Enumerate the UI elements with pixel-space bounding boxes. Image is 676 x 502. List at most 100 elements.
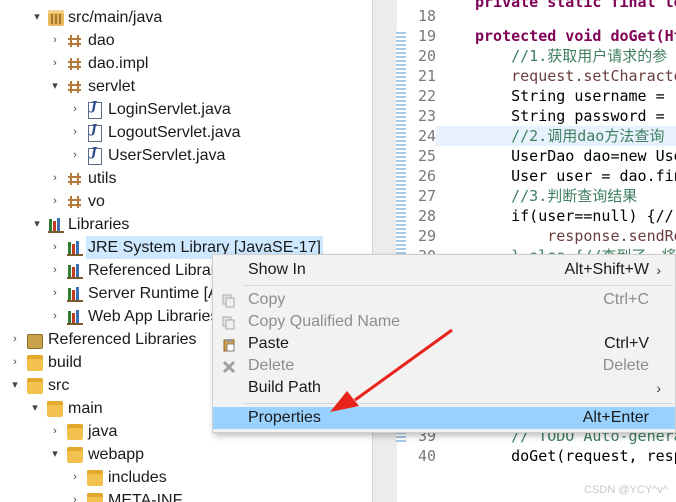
tree-item-label: LogoutServlet.java (108, 124, 241, 141)
package-icon (67, 56, 83, 72)
chevron-right-icon[interactable]: › (48, 305, 62, 328)
chevron-right-icon[interactable]: › (48, 282, 62, 305)
line-number: 19 (417, 27, 436, 45)
chevron-right-icon[interactable]: › (68, 144, 82, 167)
code-line: request.setCharacte (475, 67, 676, 85)
menu-item-shortcut: Alt+Shift+W (564, 261, 649, 278)
tree-item-label: build (48, 354, 82, 371)
code-line: protected void doGet(Ht (475, 27, 676, 45)
chevron-right-icon[interactable]: › (48, 420, 62, 443)
menu-item-shortcut: Delete (602, 357, 649, 374)
chevron-right-icon[interactable]: › (8, 328, 22, 351)
menu-item-label: Properties (248, 409, 321, 426)
code-line: private static final lo (475, 0, 676, 11)
code-line: if(user==null) {// (475, 207, 674, 225)
tree-item-label: java (88, 423, 118, 440)
chevron-down-icon[interactable]: ▾ (30, 6, 44, 29)
menu-item-label: Copy Qualified Name (248, 313, 401, 330)
chevron-right-icon[interactable]: › (68, 98, 82, 121)
line-number: 40 (417, 447, 436, 465)
code-line: //3.判断查询结果 (475, 187, 638, 205)
line-number: 22 (417, 87, 436, 105)
menu-item-build-path[interactable]: Build Path › (213, 377, 675, 399)
folder-icon (67, 447, 83, 463)
code-line: UserDao dao=new Use (475, 147, 676, 165)
tree-item-label: utils (88, 170, 117, 187)
menu-item-label: Show In (248, 261, 306, 278)
tree-item-label: Libraries (68, 216, 130, 233)
chevron-down-icon[interactable]: ▾ (8, 374, 22, 397)
chevron-right-icon[interactable]: › (68, 466, 82, 489)
source-folder-icon (48, 10, 64, 26)
menu-separator (243, 285, 673, 286)
tree-item-label: src/main/java (68, 9, 163, 26)
package-icon (67, 194, 83, 210)
tree-item-label: main (68, 400, 103, 417)
chevron-right-icon[interactable]: › (48, 190, 62, 213)
line-number: 18 (417, 7, 436, 25)
folder-icon (27, 355, 43, 371)
menu-item-paste[interactable]: Paste Ctrl+V (213, 333, 675, 355)
chevron-right-icon[interactable]: › (48, 259, 62, 282)
code-line: String username = r (475, 87, 676, 105)
submenu-arrow-icon: › (656, 380, 661, 396)
tree-item-label: Web App Libraries (88, 308, 219, 325)
code-line: //2.调用dao方法查询 (475, 127, 665, 145)
java-file-icon (88, 145, 102, 165)
line-number: 24 (417, 127, 436, 145)
folder-icon (27, 378, 43, 394)
menu-item-copy[interactable]: Copy Ctrl+C (213, 289, 675, 311)
tree-item-label: LoginServlet.java (108, 101, 231, 118)
java-file-icon (88, 99, 102, 119)
package-icon (67, 79, 83, 95)
copy-qualified-name-icon (222, 315, 236, 330)
copy-icon (222, 293, 236, 308)
chevron-right-icon[interactable]: › (48, 52, 62, 75)
chevron-right-icon[interactable]: › (68, 489, 82, 502)
code-line: response.sendRe (475, 227, 676, 245)
chevron-down-icon[interactable]: ▾ (48, 443, 62, 466)
menu-item-copy-qualified-name[interactable]: Copy Qualified Name (213, 311, 675, 333)
chevron-down-icon[interactable]: ▾ (30, 213, 44, 236)
chevron-right-icon[interactable]: › (68, 121, 82, 144)
menu-item-label: Copy (248, 291, 286, 308)
menu-item-label: Build Path (248, 379, 321, 396)
line-number: 29 (417, 227, 436, 245)
folder-icon (87, 470, 103, 486)
tree-item-label: includes (108, 469, 167, 486)
library-icon (48, 217, 64, 233)
chevron-down-icon[interactable]: ▾ (48, 75, 62, 98)
menu-separator (243, 403, 673, 404)
library-icon (67, 263, 83, 279)
line-number: 26 (417, 167, 436, 185)
package-icon (67, 33, 83, 49)
paste-icon (222, 337, 236, 352)
menu-item-shortcut: Ctrl+C (603, 291, 649, 308)
code-line: //1.获取用户请求的参 (475, 47, 668, 65)
library-icon (27, 334, 43, 349)
line-number: 23 (417, 107, 436, 125)
chevron-right-icon[interactable]: › (48, 167, 62, 190)
context-menu: Show In Alt+Shift+W › Copy Ctrl+C Copy Q… (212, 254, 676, 433)
code-line: String password = r (475, 107, 676, 125)
line-number: 28 (417, 207, 436, 225)
menu-item-label: Paste (248, 335, 289, 352)
tree-item-label: Referenced Libraries (48, 331, 197, 348)
folder-icon (67, 424, 83, 440)
menu-item-label: Delete (248, 357, 295, 374)
chevron-right-icon[interactable]: › (8, 351, 22, 374)
submenu-arrow-icon: › (656, 262, 661, 278)
menu-item-show-in[interactable]: Show In Alt+Shift+W › (213, 259, 675, 281)
chevron-right-icon[interactable]: › (48, 29, 62, 52)
tree-item-label: UserServlet.java (108, 147, 226, 164)
line-number: 21 (417, 67, 436, 85)
chevron-right-icon[interactable]: › (48, 236, 62, 259)
library-icon (67, 240, 83, 256)
chevron-down-icon[interactable]: ▾ (28, 397, 42, 420)
library-icon (67, 286, 83, 302)
line-number: 25 (417, 147, 436, 165)
menu-item-delete[interactable]: Delete Delete (213, 355, 675, 377)
library-icon (67, 309, 83, 325)
tree-item-label: dao (88, 32, 115, 49)
menu-item-properties[interactable]: Properties Alt+Enter (213, 407, 675, 429)
